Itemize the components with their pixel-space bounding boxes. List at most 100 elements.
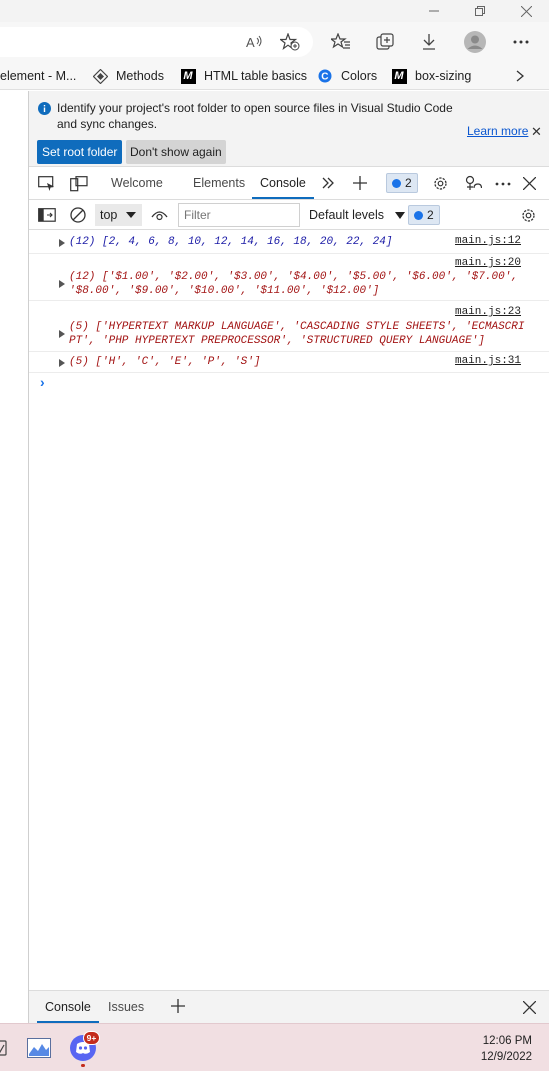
source-link[interactable]: main.js:12 xyxy=(455,235,521,247)
message-text: (5) ['HYPERTEXT MARKUP LANGUAGE', 'CASCA… xyxy=(69,321,525,333)
collections-button[interactable] xyxy=(370,27,400,57)
restore-button[interactable] xyxy=(457,0,503,22)
settings-more-button[interactable] xyxy=(506,27,536,57)
taskbar-clock[interactable]: 12:06 PM 12/9/2022 xyxy=(481,1033,532,1065)
expand-triangle-icon[interactable] xyxy=(59,239,65,247)
favorites-bar: element - M... Methods M HTML table basi… xyxy=(0,62,549,90)
add-favorite-button[interactable] xyxy=(275,27,305,57)
devtools-drawer: Console Issues xyxy=(29,990,549,1023)
favorite-item-colors[interactable]: C Colors xyxy=(317,67,377,85)
downloads-icon xyxy=(421,33,437,51)
close-icon xyxy=(520,5,532,17)
minimize-button[interactable] xyxy=(411,0,457,22)
context-selector[interactable]: top xyxy=(95,204,142,226)
collections-icon xyxy=(376,33,394,51)
learn-more-link[interactable]: Learn more xyxy=(467,124,528,138)
add-tab-icon[interactable] xyxy=(353,176,367,190)
sidebar-toggle-icon[interactable] xyxy=(38,208,56,222)
restore-icon xyxy=(475,6,485,16)
svg-text:A: A xyxy=(246,35,255,50)
add-favorite-icon xyxy=(280,33,300,51)
issues-badge[interactable]: 2 xyxy=(386,173,418,193)
favorite-item-html-table-basics[interactable]: M HTML table basics xyxy=(180,67,307,85)
read-aloud-icon: A xyxy=(246,34,264,50)
dont-show-again-button[interactable]: Don't show again xyxy=(126,140,226,164)
drawer-tab-console[interactable]: Console xyxy=(37,991,99,1023)
page-content-area xyxy=(0,91,29,1023)
close-window-button[interactable] xyxy=(503,0,549,22)
live-expression-eye-icon[interactable] xyxy=(151,209,168,221)
downloads-button[interactable] xyxy=(414,27,444,57)
source-link[interactable]: main.js:20 xyxy=(455,257,521,269)
favorite-label: Methods xyxy=(116,69,164,83)
message-text: (12) [2, 4, 6, 8, 10, 12, 14, 16, 18, 20… xyxy=(69,236,393,248)
favorite-item-methods[interactable]: Methods xyxy=(92,67,164,85)
console-toolbar: top Default levels 2 xyxy=(29,201,549,230)
mdn-icon: M xyxy=(391,68,407,84)
console-message[interactable]: main.js:20 (12) ['$1.00', '$2.00', '$3.0… xyxy=(29,255,549,301)
favorites-button[interactable] xyxy=(326,27,356,57)
tab-elements[interactable]: Elements xyxy=(193,168,245,199)
tab-console[interactable]: Console xyxy=(252,168,314,199)
chart-app-icon[interactable] xyxy=(27,1038,51,1058)
notification-badge: 9+ xyxy=(83,1031,100,1045)
console-issues-badge[interactable]: 2 xyxy=(408,205,440,225)
source-link[interactable]: main.js:23 xyxy=(455,306,521,318)
more-tabs-icon[interactable] xyxy=(322,177,334,189)
profile-icon xyxy=(464,31,486,53)
expand-triangle-icon[interactable] xyxy=(59,330,65,338)
console-message[interactable]: main.js:23 (5) ['HYPERTEXT MARKUP LANGUA… xyxy=(29,302,549,352)
log-levels-dropdown[interactable]: Default levels xyxy=(309,204,405,226)
gear-icon[interactable] xyxy=(432,175,449,192)
address-bar[interactable]: A xyxy=(0,27,313,57)
read-aloud-button[interactable]: A xyxy=(240,27,270,57)
drawer-tab-issues[interactable]: Issues xyxy=(108,991,144,1023)
taskbar-app-icon[interactable] xyxy=(0,1040,8,1056)
dropdown-arrow-icon xyxy=(394,212,405,220)
clear-console-icon[interactable] xyxy=(70,207,86,223)
infobar-message: Identify your project's root folder to o… xyxy=(57,101,453,131)
issues-count: 2 xyxy=(405,176,412,190)
c-logo-icon: C xyxy=(317,68,333,84)
feedback-icon[interactable] xyxy=(465,175,482,192)
minimize-icon xyxy=(429,6,439,16)
issue-dot-icon xyxy=(392,178,401,188)
infobar-close-button[interactable]: ✕ xyxy=(531,124,542,140)
inspect-element-icon[interactable] xyxy=(38,176,56,192)
favorites-icon xyxy=(331,33,351,51)
favorite-label: Colors xyxy=(341,69,378,83)
console-message[interactable]: (12) [2, 4, 6, 8, 10, 12, 14, 16, 18, 20… xyxy=(29,232,549,254)
vscode-infobar: Identify your project's root folder to o… xyxy=(29,91,549,167)
favorite-item-box-sizing[interactable]: M box-sizing xyxy=(391,67,471,85)
favorites-overflow-button[interactable] xyxy=(516,67,524,85)
console-prompt[interactable]: › xyxy=(40,374,45,390)
console-message[interactable]: (5) ['H', 'C', 'E', 'P', 'S'] main.js:31 xyxy=(29,353,549,373)
close-drawer-icon[interactable] xyxy=(523,1001,536,1014)
console-settings-gear-icon[interactable] xyxy=(520,207,537,224)
tab-welcome[interactable]: Welcome xyxy=(111,168,163,199)
devtools-panel: Identify your project's root folder to o… xyxy=(29,91,549,1023)
filter-input[interactable] xyxy=(178,203,300,227)
favorite-label: box-sizing xyxy=(415,69,472,83)
clock-date: 12/9/2022 xyxy=(480,1051,532,1063)
context-value: top xyxy=(100,208,118,222)
source-link[interactable]: main.js:31 xyxy=(455,355,521,367)
issue-dot-icon xyxy=(414,210,423,220)
browser-toolbar: A xyxy=(0,22,549,62)
profile-button[interactable] xyxy=(460,27,490,57)
add-drawer-tab-icon[interactable] xyxy=(171,999,185,1013)
chevron-right-icon xyxy=(516,70,524,82)
set-root-folder-button[interactable]: Set root folder xyxy=(37,140,123,164)
device-emulation-icon[interactable] xyxy=(70,176,88,192)
favorite-label: element - M... xyxy=(0,69,77,83)
active-app-indicator xyxy=(81,1064,85,1067)
devtools-more-icon[interactable] xyxy=(495,182,511,186)
message-text-cont: '$8.00', '$9.00', '$10.00', '$11.00', '$… xyxy=(69,285,380,297)
expand-triangle-icon[interactable] xyxy=(59,280,65,288)
mdn-icon: M xyxy=(180,68,196,84)
close-devtools-icon[interactable] xyxy=(523,177,536,190)
diamond-icon xyxy=(92,68,108,84)
favorite-item-element[interactable]: element - M... xyxy=(0,67,76,85)
expand-triangle-icon[interactable] xyxy=(59,359,65,367)
dropdown-arrow-icon xyxy=(126,212,136,218)
